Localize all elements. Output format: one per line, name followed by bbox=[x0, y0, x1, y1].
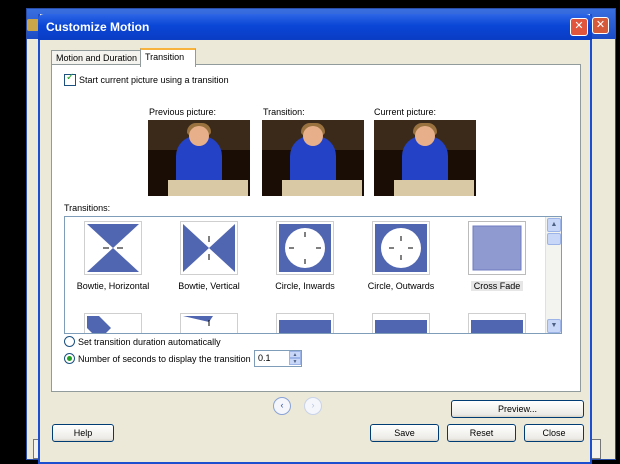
transition-thumbnail-icon bbox=[279, 320, 331, 333]
transition-thumbnail-icon bbox=[87, 316, 111, 333]
transition-item-row2-5[interactable] bbox=[455, 313, 539, 333]
scroll-thumb[interactable] bbox=[547, 233, 561, 245]
previous-picture-label: Previous picture: bbox=[149, 107, 217, 117]
customize-motion-dialog: Customize Motion ✕ Motion and Duration T… bbox=[38, 14, 592, 464]
next-picture-button[interactable]: › bbox=[304, 397, 322, 415]
transitions-list[interactable]: Bowtie, Horizontal Bowtie, Vertical Circ… bbox=[64, 216, 562, 334]
seconds-duration-radio[interactable] bbox=[64, 353, 75, 364]
transition-item-circle-inwards[interactable]: Circle, Inwards bbox=[263, 221, 347, 291]
transition-item-circle-outwards[interactable]: Circle, Outwards bbox=[359, 221, 443, 291]
auto-duration-label: Set transition duration automatically bbox=[78, 336, 221, 347]
help-button[interactable]: Help bbox=[52, 424, 114, 442]
transition-item-row2-3[interactable] bbox=[263, 313, 347, 333]
transition-label: Circle, Inwards bbox=[275, 281, 335, 291]
transition-thumbnail-icon bbox=[471, 316, 523, 333]
transition-item-row2-2[interactable] bbox=[167, 313, 251, 333]
current-picture-label: Current picture: bbox=[374, 107, 437, 117]
seconds-duration-option[interactable]: Number of seconds to display the transit… bbox=[64, 353, 251, 364]
transitions-label: Transitions: bbox=[64, 203, 111, 213]
bowtie-vertical-icon bbox=[183, 224, 235, 272]
spin-down-icon[interactable]: ▼ bbox=[289, 358, 301, 365]
circle-inwards-icon bbox=[279, 224, 331, 272]
scroll-up-icon[interactable]: ▲ bbox=[547, 218, 561, 232]
preview-button[interactable]: Preview... bbox=[451, 400, 584, 418]
dialog-title-bar: Customize Motion ✕ bbox=[38, 14, 592, 40]
tab-motion-and-duration[interactable]: Motion and Duration bbox=[51, 50, 149, 65]
transition-item-row2-1[interactable] bbox=[71, 313, 155, 333]
dialog-title: Customize Motion bbox=[46, 20, 150, 34]
circle-outwards-icon bbox=[375, 224, 427, 272]
background-button-right[interactable] bbox=[591, 439, 601, 459]
seconds-input[interactable] bbox=[258, 353, 286, 363]
bowtie-horizontal-icon bbox=[87, 224, 139, 272]
dialog-close-icon[interactable]: ✕ bbox=[570, 18, 588, 36]
transition-label: Cross Fade bbox=[470, 281, 524, 291]
transition-item-cross-fade[interactable]: Cross Fade bbox=[455, 221, 539, 291]
previous-picture-button[interactable]: ‹ bbox=[273, 397, 291, 415]
start-transition-checkbox-row[interactable]: Start current picture using a transition bbox=[64, 72, 229, 86]
transition-label: Circle, Outwards bbox=[367, 281, 435, 291]
reset-button[interactable]: Reset bbox=[447, 424, 516, 442]
cross-fade-icon bbox=[472, 225, 522, 271]
transitions-scrollbar[interactable]: ▲ ▼ bbox=[545, 217, 561, 333]
transition-tab-panel: Start current picture using a transition… bbox=[51, 64, 581, 392]
auto-duration-option[interactable]: Set transition duration automatically bbox=[64, 336, 221, 347]
transition-picture bbox=[262, 120, 364, 196]
auto-duration-radio[interactable] bbox=[64, 336, 75, 347]
save-button[interactable]: Save bbox=[370, 424, 439, 442]
transition-item-bowtie-vertical[interactable]: Bowtie, Vertical bbox=[167, 221, 251, 291]
transition-picture-label: Transition: bbox=[263, 107, 305, 117]
transition-thumbnail-icon bbox=[375, 320, 427, 333]
start-transition-checkbox[interactable] bbox=[64, 72, 76, 86]
transition-label: Bowtie, Horizontal bbox=[76, 281, 150, 291]
start-transition-label: Start current picture using a transition bbox=[79, 75, 229, 85]
close-button[interactable]: Close bbox=[524, 424, 584, 442]
transition-thumbnail-icon bbox=[183, 316, 213, 326]
seconds-duration-label: Number of seconds to display the transit… bbox=[78, 353, 251, 364]
scroll-down-icon[interactable]: ▼ bbox=[547, 319, 561, 333]
transition-item-row2-4[interactable] bbox=[359, 313, 443, 333]
transition-item-bowtie-horizontal[interactable]: Bowtie, Horizontal bbox=[71, 221, 155, 291]
spin-up-icon[interactable]: ▲ bbox=[289, 351, 301, 358]
seconds-stepper[interactable]: ▲ ▼ bbox=[254, 350, 302, 367]
transition-label: Bowtie, Vertical bbox=[178, 281, 240, 291]
background-close-icon[interactable]: ✕ bbox=[592, 17, 609, 34]
tab-transition[interactable]: Transition bbox=[140, 48, 196, 67]
current-picture bbox=[374, 120, 476, 196]
previous-picture bbox=[148, 120, 250, 196]
